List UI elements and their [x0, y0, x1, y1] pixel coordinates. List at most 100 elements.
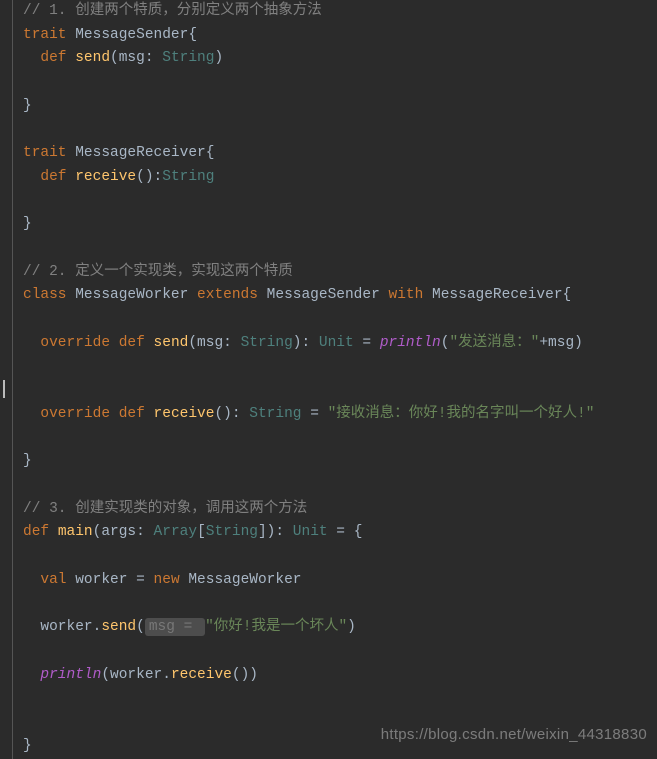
code-line[interactable]	[23, 593, 657, 617]
type: String	[241, 335, 293, 351]
brace: {	[188, 27, 197, 43]
code-line[interactable]: def send(msg: String)	[23, 47, 657, 71]
paren: (	[101, 667, 110, 683]
var-name: worker	[75, 572, 127, 588]
var-ref: worker	[110, 667, 162, 683]
code-line[interactable]: // 2. 定义一个实现类，实现这两个特质	[23, 261, 657, 285]
type: String	[249, 406, 301, 422]
code-line[interactable]: val worker = new MessageWorker	[23, 569, 657, 593]
paren: )	[347, 619, 356, 635]
brace: }	[23, 453, 32, 469]
trait-name: MessageReceiver	[75, 145, 206, 161]
trait-name: MessageSender	[75, 27, 188, 43]
cursor-indicator	[3, 380, 5, 398]
code-line[interactable]	[23, 356, 657, 380]
expr: +msg)	[539, 335, 583, 351]
code-line[interactable]: override def send(msg: String): Unit = p…	[23, 332, 657, 356]
code-line[interactable]	[23, 640, 657, 664]
keyword-override: override	[40, 335, 110, 351]
paren: )	[214, 50, 223, 66]
method-name: receive	[75, 169, 136, 185]
code-line[interactable]: class MessageWorker extends MessageSende…	[23, 284, 657, 308]
method-call: receive	[171, 667, 232, 683]
code-line[interactable]: def main(args: Array[String]): Unit = {	[23, 521, 657, 545]
var-ref: worker	[40, 619, 92, 635]
type: String	[162, 169, 214, 185]
code-line[interactable]	[23, 71, 657, 95]
code-line[interactable]: }	[23, 213, 657, 237]
eq: =	[328, 524, 354, 540]
code-line[interactable]: println(worker.receive())	[23, 664, 657, 688]
code-line[interactable]	[23, 427, 657, 451]
code-line[interactable]: def receive():String	[23, 166, 657, 190]
method-name: send	[75, 50, 110, 66]
comment: // 3. 创建实现类的对象，调用这两个方法	[23, 501, 307, 517]
keyword-new: new	[154, 572, 180, 588]
sig: ():	[214, 406, 249, 422]
sig: ]):	[258, 524, 293, 540]
eq: =	[302, 406, 328, 422]
code-line[interactable]: trait MessageReceiver{	[23, 142, 657, 166]
paren: (	[136, 619, 145, 635]
method-call: send	[101, 619, 136, 635]
keyword-with: with	[389, 287, 424, 303]
code-line[interactable]	[23, 119, 657, 143]
method-name: receive	[154, 406, 215, 422]
type: String	[162, 50, 214, 66]
paren: ())	[232, 667, 258, 683]
code-line[interactable]: // 3. 创建实现类的对象，调用这两个方法	[23, 498, 657, 522]
code-line[interactable]: worker.send(msg = "你好!我是一个坏人")	[23, 616, 657, 640]
watermark: https://blog.csdn.net/weixin_44318830	[381, 723, 647, 747]
sig: ):	[293, 335, 319, 351]
keyword-trait: trait	[23, 145, 67, 161]
keyword-def: def	[40, 50, 66, 66]
class-ref: MessageWorker	[188, 572, 301, 588]
params: (msg:	[110, 50, 162, 66]
string-literal: "发送消息："	[449, 335, 539, 351]
brace: {	[206, 145, 215, 161]
type-ref: MessageReceiver	[432, 287, 563, 303]
brace: }	[23, 738, 32, 754]
fn-call: println	[380, 335, 441, 351]
keyword-override: override	[40, 406, 110, 422]
comment: // 1. 创建两个特质，分别定义两个抽象方法	[23, 3, 322, 19]
code-line[interactable]	[23, 379, 657, 403]
code-line[interactable]	[23, 308, 657, 332]
code-line[interactable]: // 1. 创建两个特质，分别定义两个抽象方法	[23, 0, 657, 24]
sig: ():	[136, 169, 162, 185]
code-line[interactable]: trait MessageSender{	[23, 24, 657, 48]
comment: // 2. 定义一个实现类，实现这两个特质	[23, 264, 293, 280]
type-ref: MessageSender	[267, 287, 380, 303]
keyword-def: def	[119, 406, 145, 422]
param-hint: msg =	[145, 618, 205, 636]
type: String	[206, 524, 258, 540]
code-editor[interactable]: // 1. 创建两个特质，分别定义两个抽象方法 trait MessageSen…	[12, 0, 657, 759]
keyword-def: def	[23, 524, 49, 540]
keyword-def: def	[40, 169, 66, 185]
eq: =	[354, 335, 380, 351]
code-line[interactable]	[23, 545, 657, 569]
keyword-trait: trait	[23, 27, 67, 43]
type: Unit	[293, 524, 328, 540]
code-line[interactable]	[23, 237, 657, 261]
code-line[interactable]: }	[23, 450, 657, 474]
brace: {	[354, 524, 363, 540]
method-name: main	[58, 524, 93, 540]
keyword-extends: extends	[197, 287, 258, 303]
keyword-class: class	[23, 287, 67, 303]
params: (msg:	[188, 335, 240, 351]
class-name: MessageWorker	[75, 287, 188, 303]
code-line[interactable]	[23, 687, 657, 711]
brace: {	[563, 287, 572, 303]
code-line[interactable]	[23, 190, 657, 214]
string-literal: "你好!我是一个坏人"	[205, 619, 347, 635]
type: Array	[154, 524, 198, 540]
fn-call: println	[40, 667, 101, 683]
method-name: send	[154, 335, 189, 351]
string-literal: "接收消息：你好!我的名字叫一个好人!"	[328, 406, 595, 422]
code-line[interactable]: override def receive(): String = "接收消息：你…	[23, 403, 657, 427]
brace: }	[23, 216, 32, 232]
code-line[interactable]: }	[23, 95, 657, 119]
brace: }	[23, 98, 32, 114]
code-line[interactable]	[23, 474, 657, 498]
